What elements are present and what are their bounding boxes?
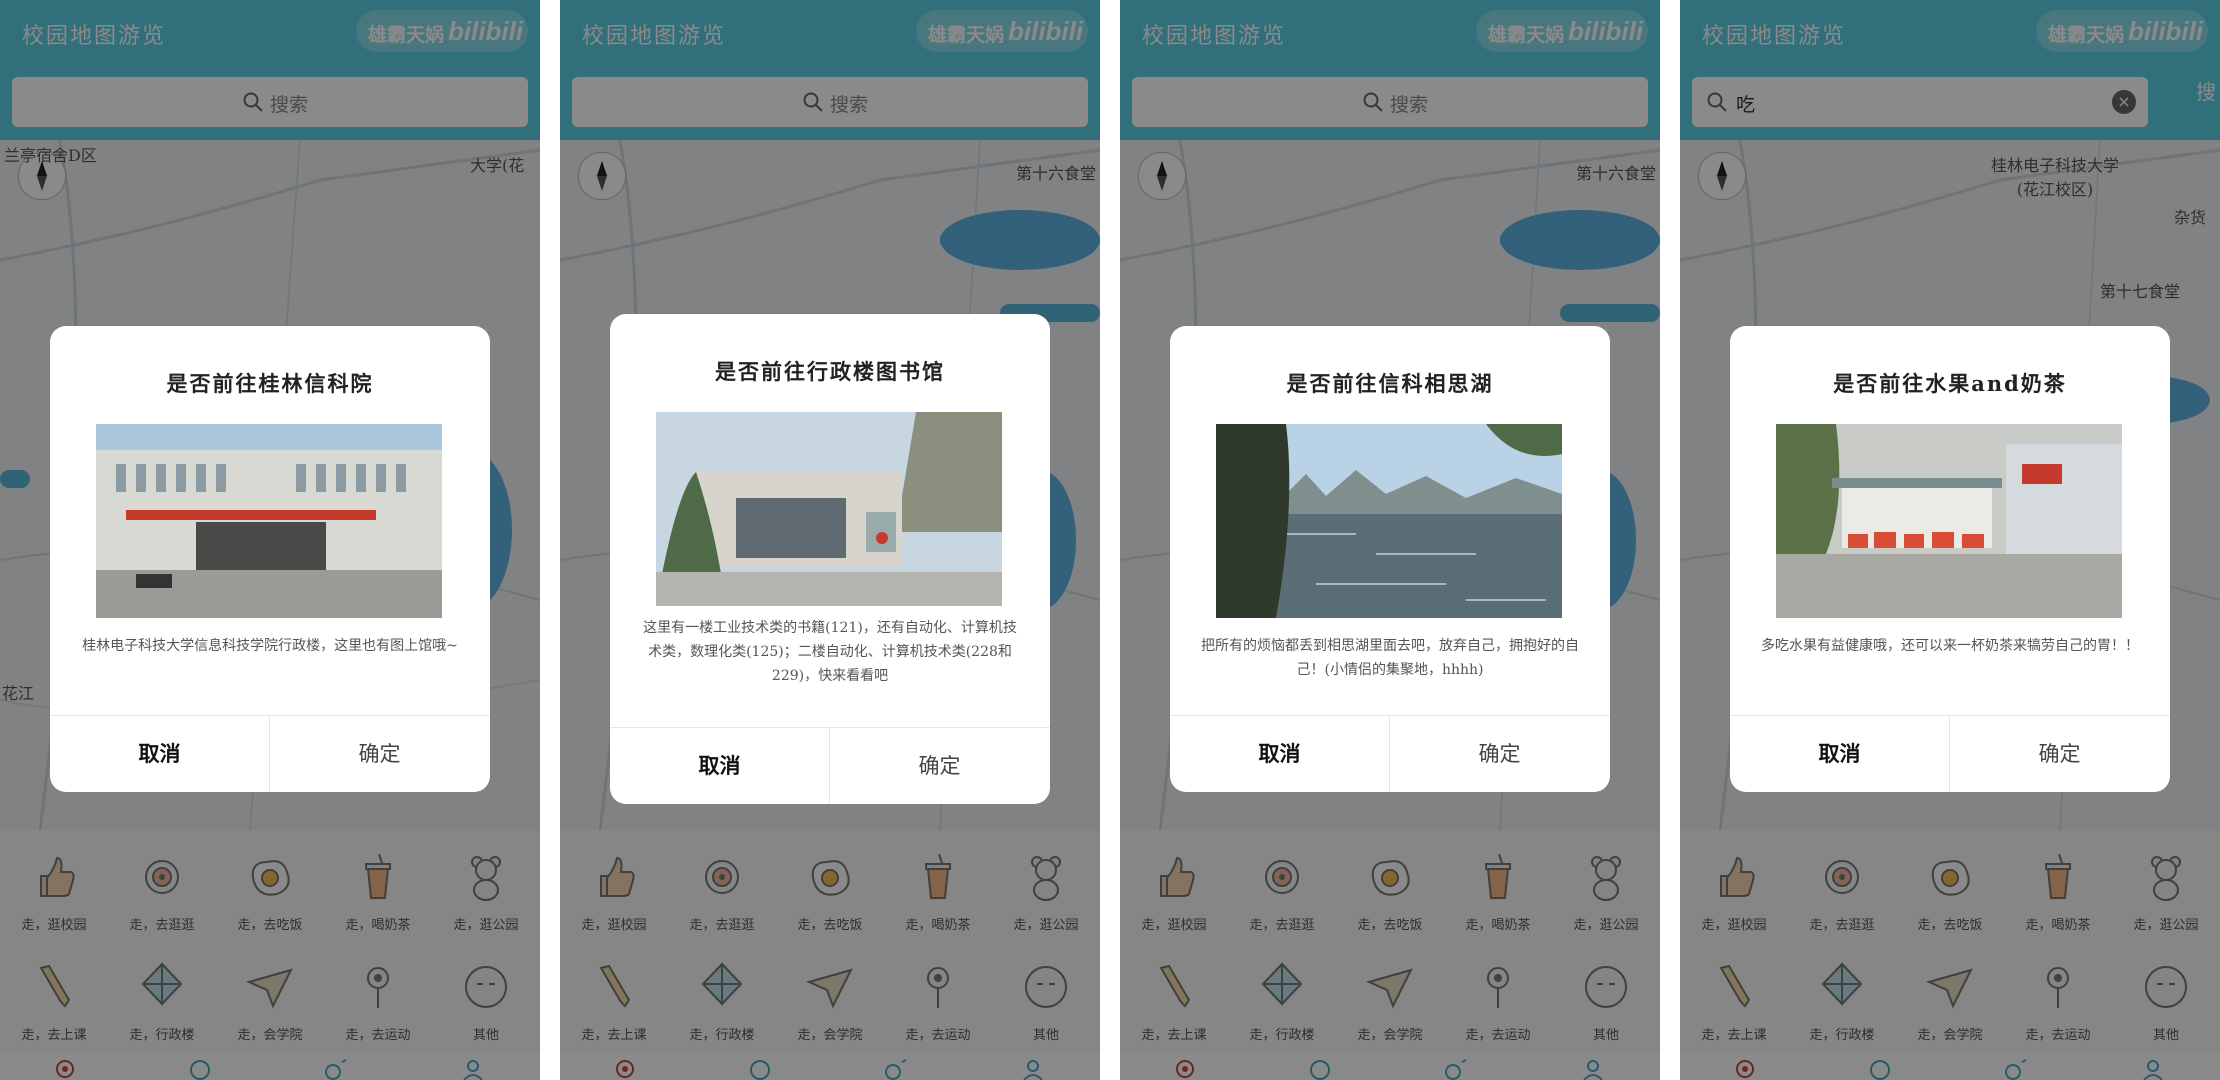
dialog-description: 桂林电子科技大学信息科技学院行政楼，这里也有图上馆哦~ bbox=[82, 638, 458, 654]
screen-4: 校园地图游览 雄霸天娲 bilibili 吃 × 搜 桂林电子科技大学(花江校区… bbox=[1680, 0, 2220, 1080]
cancel-button[interactable]: 取消 bbox=[50, 716, 270, 792]
confirm-dialog: 是否前往桂林信科院 桂林电子科技大学信息科技学院行政楼，这里也有图上馆哦~ 取消 bbox=[50, 326, 490, 792]
dialog-photo-fruit-stand bbox=[1776, 424, 2122, 618]
confirm-button[interactable]: 确定 bbox=[1950, 716, 2169, 792]
dialog-buttons: 取消 确定 bbox=[50, 715, 490, 792]
cancel-button[interactable]: 取消 bbox=[1730, 716, 1950, 792]
dialog-photo-lake bbox=[1216, 424, 1562, 618]
dialog-buttons: 取消 确定 bbox=[1730, 715, 2170, 792]
confirm-button[interactable]: 确定 bbox=[1390, 716, 1609, 792]
dialog-description: 把所有的烦恼都丢到相思湖里面去吧，放弃自己，拥抱好的自己！(小情侣的集聚地，hh… bbox=[1201, 638, 1579, 678]
screen-3: 校园地图游览 雄霸天娲 bilibili 搜索 第十六食堂 走，逛校园 走，去逛… bbox=[1120, 0, 1660, 1080]
screen-2: 校园地图游览 雄霸天娲 bilibili 搜索 第十六食堂 走，逛校园 走，去逛… bbox=[560, 0, 1100, 1080]
cancel-button[interactable]: 取消 bbox=[610, 728, 830, 804]
dialog-title: 是否前往信科相思湖 bbox=[1286, 371, 1494, 396]
dialog-description: 这里有一楼工业技术类的书籍(121)，还有自动化、计算机技术类，数理化类(125… bbox=[643, 620, 1017, 684]
dialog-buttons: 取消 确定 bbox=[1170, 715, 1610, 792]
dialog-title: 是否前往行政楼图书馆 bbox=[715, 359, 945, 384]
confirm-dialog: 是否前往行政楼图书馆 这里有一楼工业技术类的书籍(121)，还有自动化、计算机技… bbox=[610, 314, 1050, 804]
dialog-photo-admin-building bbox=[96, 424, 442, 618]
confirm-button[interactable]: 确定 bbox=[830, 728, 1049, 804]
confirm-dialog: 是否前往信科相思湖 把所有的烦恼都丢到相思湖里面去吧，放弃自己，拥抱好的自己！(… bbox=[1170, 326, 1610, 792]
dialog-buttons: 取消 确定 bbox=[610, 727, 1050, 804]
dialog-photo-library bbox=[656, 412, 1002, 606]
dialog-title: 是否前往桂林信科院 bbox=[166, 371, 374, 396]
cancel-button[interactable]: 取消 bbox=[1170, 716, 1390, 792]
screen-1: 校园地图游览 雄霸天娲 bilibili 搜索 兰亭宿舍D区 大学(花 花江 走… bbox=[0, 0, 540, 1080]
confirm-dialog: 是否前往水果and奶茶 多吃水果有益健康哦，还可以来一杯奶茶来犒劳自己的胃！！ … bbox=[1730, 326, 2170, 792]
dialog-description: 多吃水果有益健康哦，还可以来一杯奶茶来犒劳自己的胃！！ bbox=[1761, 638, 2139, 654]
dialog-title: 是否前往水果and奶茶 bbox=[1833, 371, 2067, 396]
confirm-button[interactable]: 确定 bbox=[270, 716, 489, 792]
